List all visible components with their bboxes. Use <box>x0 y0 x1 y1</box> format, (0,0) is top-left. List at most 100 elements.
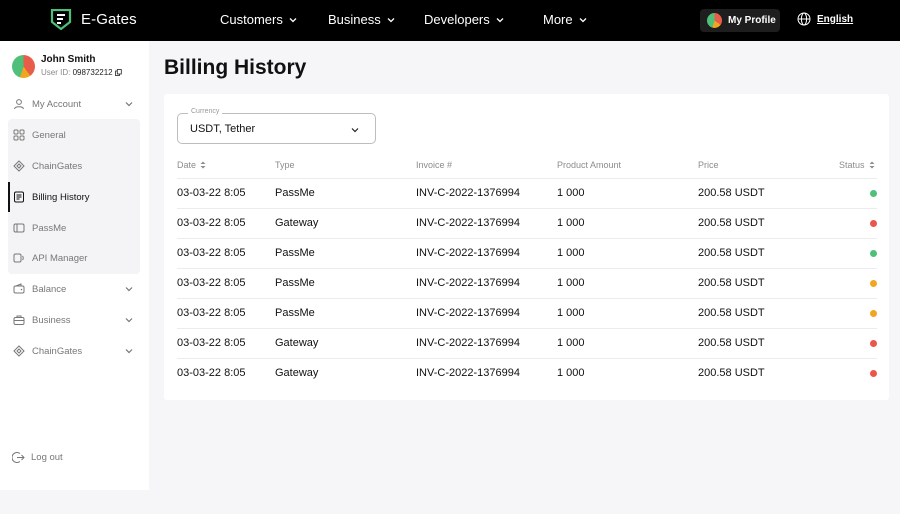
cell-price: 200.58 USDT <box>698 277 765 289</box>
cell-type: Gateway <box>275 367 319 379</box>
nav-developers[interactable]: Developers <box>424 12 504 27</box>
api-icon <box>12 252 25 265</box>
sidebar-item-label: Billing History <box>32 191 90 203</box>
column-header-product-amount: Product Amount <box>557 160 621 170</box>
sidebar-item-balance[interactable]: Balance <box>12 279 137 299</box>
column-header-date[interactable]: Date <box>177 160 206 170</box>
sidebar-item-label: Balance <box>32 283 67 295</box>
column-header-invoice: Invoice # <box>416 160 452 170</box>
cell-invoice: INV-C-2022-1376994 <box>416 307 520 319</box>
user-icon <box>12 98 25 111</box>
table-row[interactable]: 03-03-22 8:05 Gateway INV-C-2022-1376994 1 … <box>164 329 889 359</box>
status-dot <box>870 190 877 197</box>
column-header-type: Type <box>275 160 295 170</box>
card-icon <box>12 222 25 235</box>
my-profile-label: My Profile <box>728 15 776 26</box>
status-dot <box>870 310 877 317</box>
table-row[interactable]: 03-03-22 8:05 PassMe INV-C-2022-1376994 1 0… <box>164 179 889 209</box>
cell-invoice: INV-C-2022-1376994 <box>416 367 520 379</box>
sidebar-item-label: General <box>32 129 66 141</box>
cell-price: 200.58 USDT <box>698 217 765 229</box>
status-dot <box>870 220 877 227</box>
column-header-status[interactable]: Status <box>839 160 875 170</box>
table-row[interactable]: 03-03-22 8:05 PassMe INV-C-2022-1376994 1 0… <box>164 269 889 299</box>
currency-select[interactable]: Currency USDT, Tether <box>177 108 376 144</box>
cell-type: PassMe <box>275 277 315 289</box>
avatar <box>12 55 35 78</box>
cell-invoice: INV-C-2022-1376994 <box>416 217 520 229</box>
column-header-label: Type <box>275 160 295 170</box>
cell-product-amount: 1 000 <box>557 277 585 289</box>
cell-product-amount: 1 000 <box>557 337 585 349</box>
chevron-down-icon <box>289 17 297 22</box>
diamond-icon <box>12 345 25 358</box>
table-row[interactable]: 03-03-22 8:05 PassMe INV-C-2022-1376994 1 0… <box>164 239 889 269</box>
column-header-label: Invoice # <box>416 160 453 170</box>
my-profile-button[interactable]: My Profile <box>700 9 780 32</box>
e-gates-logo-icon <box>50 9 72 30</box>
nav-label: Customers <box>220 12 283 27</box>
sidebar-item-chaingates-group[interactable]: ChainGates <box>12 341 137 361</box>
receipt-icon <box>12 191 25 204</box>
table-row[interactable]: 03-03-22 8:05 Gateway INV-C-2022-1376994 1 … <box>164 359 889 389</box>
chevron-down-icon <box>125 102 133 107</box>
cell-type: Gateway <box>275 337 319 349</box>
nav-label: More <box>543 12 573 27</box>
language-selector[interactable]: English <box>797 12 853 26</box>
sidebar-item-general[interactable]: General <box>12 125 137 145</box>
nav-label: Business <box>328 12 381 27</box>
sidebar-item-my-account[interactable]: My Account <box>12 94 137 114</box>
sidebar-item-business[interactable]: Business <box>12 310 137 330</box>
nav-customers[interactable]: Customers <box>220 12 297 27</box>
status-dot <box>870 340 877 347</box>
sidebar-item-api-manager[interactable]: API Manager <box>12 248 137 268</box>
language-label: English <box>817 13 854 25</box>
cell-product-amount: 1 000 <box>557 187 585 199</box>
cell-date: 03-03-22 8:05 <box>177 367 246 379</box>
copy-icon[interactable] <box>114 69 122 76</box>
table-row[interactable]: 03-03-22 8:05 PassMe INV-C-2022-1376994 1 0… <box>164 299 889 329</box>
cell-type: PassMe <box>275 247 315 259</box>
billing-card: Currency USDT, Tether Date Type Invoice … <box>164 94 889 400</box>
nav-more[interactable]: More <box>543 12 587 27</box>
cell-invoice: INV-C-2022-1376994 <box>416 247 520 259</box>
sidebar-item-chaingates[interactable]: ChainGates <box>12 156 137 176</box>
sidebar-item-label: My Account <box>32 98 82 110</box>
cell-product-amount: 1 000 <box>557 307 585 319</box>
logout-label: Log out <box>31 452 63 463</box>
column-header-label: Status <box>839 160 865 170</box>
sidebar-item-passme[interactable]: PassMe <box>12 218 137 238</box>
sidebar-item-label: API Manager <box>32 252 88 264</box>
cell-price: 200.58 USDT <box>698 187 765 199</box>
user-name: John Smith <box>41 54 96 65</box>
brand-name: E-Gates <box>81 11 137 28</box>
sort-icon <box>869 161 875 169</box>
sidebar-item-billing-history[interactable]: Billing History <box>12 187 137 207</box>
user-id: User ID: 098732212 <box>41 68 122 77</box>
user-summary: John Smith User ID: 098732212 <box>12 54 122 78</box>
cell-price: 200.58 USDT <box>698 307 765 319</box>
table-row[interactable]: 03-03-22 8:05 Gateway INV-C-2022-1376994 1 … <box>164 209 889 239</box>
cell-invoice: INV-C-2022-1376994 <box>416 337 520 349</box>
currency-value: USDT, Tether <box>190 123 256 135</box>
user-id-value: 098732212 <box>72 68 113 77</box>
cell-price: 200.58 USDT <box>698 247 765 259</box>
logout-button[interactable]: Log out <box>12 451 63 464</box>
sort-icon <box>200 161 206 169</box>
nav-label: Developers <box>424 12 490 27</box>
cell-type: PassMe <box>275 307 315 319</box>
column-header-price: Price <box>698 160 719 170</box>
wallet-icon <box>12 283 25 296</box>
status-dot <box>870 370 877 377</box>
nav-business[interactable]: Business <box>328 12 395 27</box>
profile-avatar <box>707 13 722 28</box>
chevron-down-icon <box>125 287 133 292</box>
page-title: Billing History <box>164 56 307 79</box>
cell-date: 03-03-22 8:05 <box>177 337 246 349</box>
cell-type: PassMe <box>275 187 315 199</box>
cell-date: 03-03-22 8:05 <box>177 277 246 289</box>
brand-logo[interactable]: E-Gates <box>50 9 137 30</box>
chevron-down-icon <box>387 17 395 22</box>
cell-product-amount: 1 000 <box>557 217 585 229</box>
column-header-label: Product Amount <box>557 160 622 170</box>
